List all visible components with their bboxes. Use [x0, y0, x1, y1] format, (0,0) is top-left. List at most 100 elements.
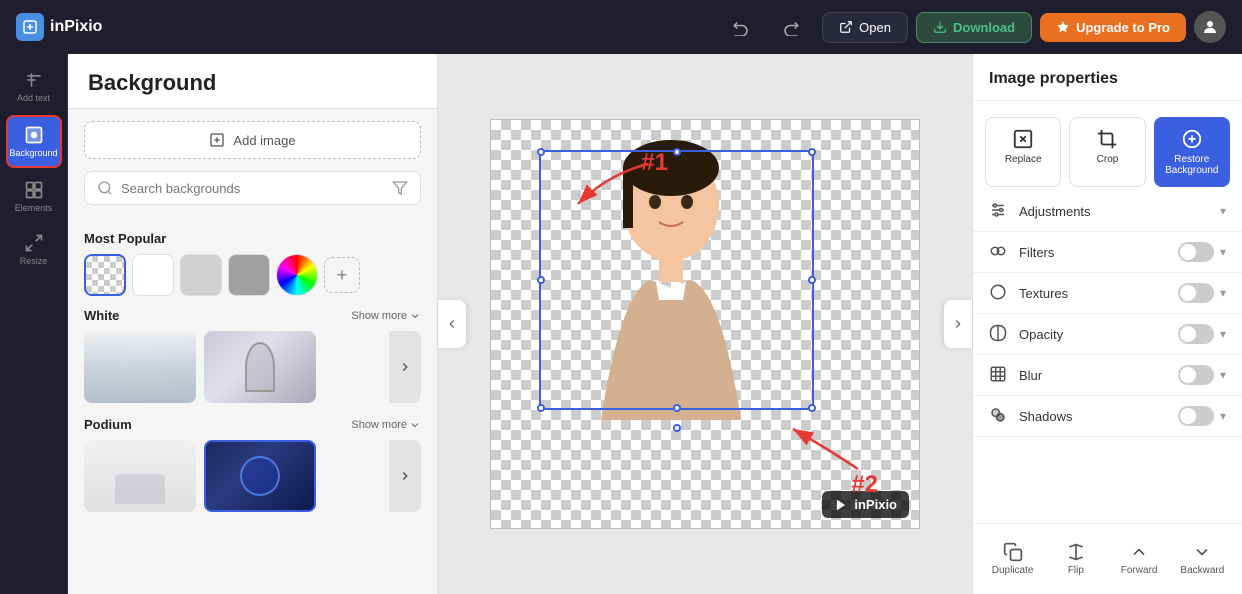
search-bar	[84, 171, 421, 205]
canvas-content[interactable]: inPixio	[490, 119, 920, 529]
sidebar-item-elements[interactable]: Elements	[6, 172, 62, 221]
bg-thumb-white-1[interactable]	[84, 331, 196, 403]
sidebar-item-background-label: Background	[9, 148, 57, 158]
bg-thumbs-podium	[84, 440, 421, 512]
restore-background-button[interactable]: Restore Background	[1154, 117, 1230, 187]
replace-button[interactable]: Replace	[985, 117, 1061, 187]
handle-lc[interactable]	[537, 276, 545, 284]
filters-toggle[interactable]	[1178, 242, 1214, 262]
textures-label: Textures	[1019, 286, 1178, 301]
swatch-add-button[interactable]: +	[324, 257, 360, 293]
prop-textures[interactable]: Textures ▾	[973, 273, 1242, 314]
right-panel-title: Image properties	[989, 70, 1226, 88]
canvas-area: inPixio #1	[438, 54, 972, 594]
undo-button[interactable]	[722, 12, 760, 42]
handle-bl[interactable]	[537, 404, 545, 412]
handle-br[interactable]	[808, 404, 816, 412]
flip-button[interactable]: Flip	[1044, 534, 1107, 584]
panel-collapse-left[interactable]	[438, 300, 466, 348]
upgrade-label: Upgrade to Pro	[1076, 20, 1170, 35]
upgrade-button[interactable]: Upgrade to Pro	[1040, 13, 1186, 42]
sidebar-item-resize[interactable]: Resize	[6, 225, 62, 274]
avatar[interactable]	[1194, 11, 1226, 43]
opacity-toggle[interactable]	[1178, 324, 1214, 344]
replace-label: Replace	[1005, 154, 1042, 165]
bg-thumbs-white	[84, 331, 421, 403]
bg-section-white-title: White	[84, 308, 119, 323]
bg-section-white-show-more[interactable]: Show more	[351, 310, 421, 322]
duplicate-label: Duplicate	[992, 565, 1034, 576]
shadows-toggle[interactable]	[1178, 406, 1214, 426]
handle-rc[interactable]	[808, 276, 816, 284]
sidebar-item-background[interactable]: Background	[6, 115, 62, 168]
adjustments-label: Adjustments	[1019, 204, 1214, 219]
filter-icon[interactable]	[392, 180, 408, 196]
swatch-transparent[interactable]	[84, 254, 126, 296]
right-panel: Image properties Replace Crop Restore Ba…	[972, 54, 1242, 594]
handle-bc[interactable]	[673, 404, 681, 412]
forward-button[interactable]: Forward	[1108, 534, 1171, 584]
flip-label: Flip	[1068, 565, 1084, 576]
logo-icon	[16, 13, 44, 41]
handle-tr[interactable]	[808, 148, 816, 156]
swatch-white[interactable]	[132, 254, 174, 296]
bg-thumb-podium-2[interactable]	[204, 440, 316, 512]
handle-tl[interactable]	[537, 148, 545, 156]
blur-chevron: ▾	[1220, 368, 1226, 382]
swatch-mid-gray[interactable]	[228, 254, 270, 296]
crop-button[interactable]: Crop	[1069, 117, 1145, 187]
restore-background-label: Restore Background	[1165, 154, 1218, 176]
adjustments-icon	[989, 201, 1009, 221]
blur-toggle[interactable]	[1178, 365, 1214, 385]
icon-sidebar: Add text Background Elements Resize	[0, 54, 68, 594]
right-panel-body: Replace Crop Restore Background Adjustme…	[973, 101, 1242, 523]
rotate-handle[interactable]	[673, 424, 681, 432]
backward-button[interactable]: Backward	[1171, 534, 1234, 584]
shadows-icon	[989, 406, 1009, 426]
download-button[interactable]: Download	[916, 12, 1032, 43]
bg-section-podium-title: Podium	[84, 417, 132, 432]
bg-thumb-white-2[interactable]	[204, 331, 316, 403]
selection-box[interactable]	[539, 150, 814, 410]
left-panel: Background Add image Most Popular +	[68, 54, 438, 594]
prop-adjustments[interactable]: Adjustments ▾	[973, 191, 1242, 232]
add-image-button[interactable]: Add image	[84, 121, 421, 159]
bg-next-white[interactable]	[389, 331, 421, 403]
swatch-light-gray[interactable]	[180, 254, 222, 296]
color-swatches: +	[84, 254, 421, 296]
prop-shadows[interactable]: Shadows ▾	[973, 396, 1242, 437]
app-logo[interactable]: inPixio	[16, 13, 102, 41]
bg-next-podium[interactable]	[389, 440, 421, 512]
prop-opacity[interactable]: Opacity ▾	[973, 314, 1242, 355]
opacity-label: Opacity	[1019, 327, 1178, 342]
search-input[interactable]	[121, 181, 384, 196]
backward-label: Backward	[1180, 565, 1224, 576]
shadows-label: Shadows	[1019, 409, 1178, 424]
search-icon	[97, 180, 113, 196]
bg-section-podium-show-more[interactable]: Show more	[351, 419, 421, 431]
textures-chevron: ▾	[1220, 286, 1226, 300]
adjustments-chevron: ▾	[1220, 204, 1226, 218]
textures-toggle[interactable]	[1178, 283, 1214, 303]
prop-blur[interactable]: Blur ▾	[973, 355, 1242, 396]
panel-header: Background	[68, 54, 437, 109]
bg-thumb-podium-1[interactable]	[84, 440, 196, 512]
open-button[interactable]: Open	[822, 12, 908, 43]
topbar: inPixio Open Download Upgrade to Pro	[0, 0, 1242, 54]
handle-tc[interactable]	[673, 148, 681, 156]
duplicate-button[interactable]: Duplicate	[981, 534, 1044, 584]
redo-button[interactable]	[772, 12, 810, 42]
bg-section-white: White Show more	[84, 308, 421, 403]
sidebar-item-addtext[interactable]: Add text	[6, 62, 62, 111]
panel-title: Background	[88, 70, 417, 96]
open-label: Open	[859, 20, 891, 35]
most-popular-header: Most Popular	[84, 231, 421, 246]
main-layout: Add text Background Elements Resize Back…	[0, 54, 1242, 594]
add-image-label: Add image	[233, 133, 295, 148]
sidebar-item-addtext-label: Add text	[17, 93, 50, 103]
swatch-rainbow[interactable]	[276, 254, 318, 296]
watermark-text: inPixio	[854, 497, 897, 512]
right-panel-header: Image properties	[973, 54, 1242, 101]
panel-collapse-right[interactable]	[944, 300, 972, 348]
prop-filters[interactable]: Filters ▾	[973, 232, 1242, 273]
